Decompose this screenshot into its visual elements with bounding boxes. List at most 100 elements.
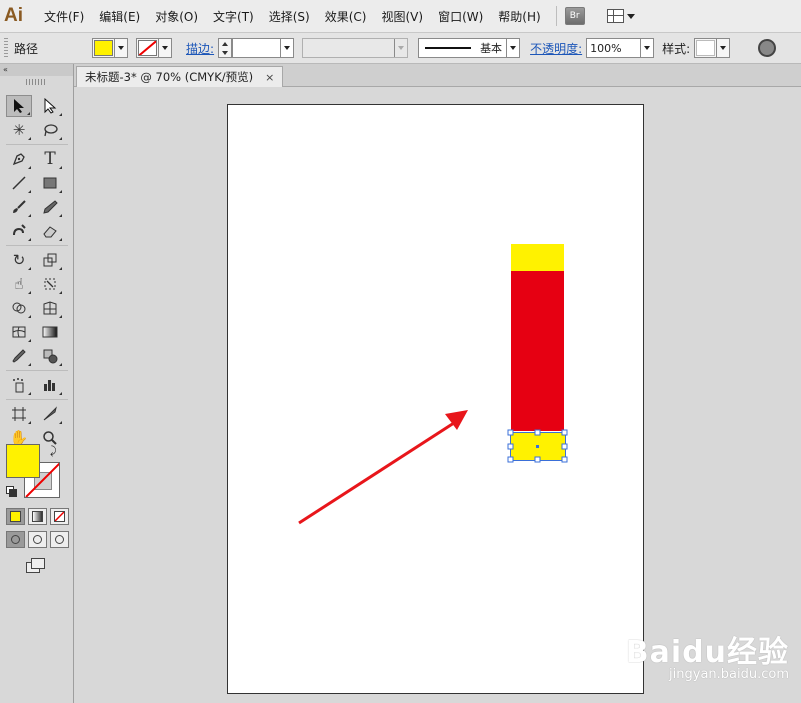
fill-color-dropdown[interactable]: [92, 38, 129, 58]
red-rectangle[interactable]: [511, 271, 564, 431]
blend-tool-icon[interactable]: [37, 345, 63, 367]
perspective-grid-tool-icon[interactable]: [37, 297, 63, 319]
direct-selection-tool-icon[interactable]: [37, 95, 63, 117]
shape-builder-tool-icon[interactable]: [6, 297, 32, 319]
eyedropper-tool-icon[interactable]: [6, 345, 32, 367]
document-tab-title: 未标题-3* @ 70% (CMYK/预览): [85, 70, 254, 84]
magic-wand-tool-icon[interactable]: ✳: [6, 119, 32, 141]
type-tool-icon[interactable]: T: [37, 148, 63, 170]
document-tab-bar: 未标题-3* @ 70% (CMYK/预览) ×: [74, 64, 801, 87]
menu-file[interactable]: 文件(F): [44, 8, 84, 25]
color-mode-buttons: [6, 508, 72, 525]
variable-width-profile-dropdown[interactable]: [302, 38, 409, 58]
warp-tool-icon[interactable]: ☝: [6, 273, 32, 295]
workspace-grid-icon: [606, 9, 624, 23]
stroke-color-dropdown[interactable]: [136, 38, 173, 58]
opacity-value: 100%: [590, 41, 622, 55]
default-fill-stroke-icon[interactable]: [6, 486, 17, 497]
drawing-mode-buttons: [6, 531, 72, 548]
free-transform-tool-icon[interactable]: [37, 273, 63, 295]
tools-panel-grip[interactable]: [26, 79, 47, 85]
bridge-button[interactable]: Br: [564, 7, 585, 25]
opacity-link[interactable]: 不透明度:: [530, 40, 582, 57]
menu-help[interactable]: 帮助(H): [498, 8, 540, 25]
opacity-input[interactable]: 100%: [586, 38, 655, 58]
tools-panel: « ✳ T ↻ ☝ ✋ ⤸: [0, 64, 74, 703]
pen-tool-icon[interactable]: [6, 148, 32, 170]
color-mode-button[interactable]: [6, 508, 25, 525]
pencil-tool-icon[interactable]: [37, 196, 63, 218]
menu-type[interactable]: 文字(T): [213, 8, 254, 25]
chevron-down-icon: [394, 39, 407, 57]
stroke-none-swatch: [138, 40, 158, 56]
artboard-tool-icon[interactable]: [6, 403, 32, 425]
paintbrush-tool-icon[interactable]: [6, 196, 32, 218]
symbol-sprayer-tool-icon[interactable]: [6, 374, 32, 396]
watermark-brand: Baidu经验: [625, 635, 789, 670]
arrow-up-icon: [222, 41, 229, 46]
stroke-preview-line: [425, 47, 472, 49]
app-logo: Ai: [4, 5, 23, 26]
graphic-style-dropdown[interactable]: [694, 38, 731, 58]
stroke-link[interactable]: 描边:: [186, 40, 214, 57]
menu-window[interactable]: 窗口(W): [438, 8, 483, 25]
menu-separator: [555, 6, 557, 26]
gradient-tool-icon[interactable]: [37, 321, 63, 343]
chevron-down-icon: [114, 39, 127, 57]
baidu-watermark: Baidu经验 jingyan.baidu.com: [626, 627, 789, 682]
menu-effect[interactable]: 效果(C): [325, 8, 367, 25]
chevron-down-icon: [716, 39, 729, 57]
fill-swatch: [94, 40, 114, 56]
change-screen-mode-icon[interactable]: [26, 558, 45, 573]
red-arrow-shaft: [298, 419, 458, 525]
gradient-mode-button[interactable]: [28, 508, 47, 525]
draw-inside-button[interactable]: [50, 531, 69, 548]
canvas-area[interactable]: Baidu经验 jingyan.baidu.com: [74, 87, 801, 703]
stroke-weight-input[interactable]: [232, 38, 295, 58]
blob-brush-tool-icon[interactable]: [6, 220, 32, 242]
stroke-weight-stepper[interactable]: [218, 38, 233, 58]
menu-view[interactable]: 视图(V): [381, 8, 423, 25]
fill-stroke-controls: ⤸: [6, 444, 68, 502]
brush-definition-dropdown[interactable]: 基本: [418, 38, 521, 58]
style-label: 样式:: [662, 41, 691, 56]
recolor-artwork-icon[interactable]: [758, 39, 777, 57]
chevron-down-icon: [506, 39, 519, 57]
chevron-down-icon: [640, 39, 653, 57]
swap-fill-stroke-icon[interactable]: ⤸: [50, 444, 57, 458]
selection-tool-icon[interactable]: [6, 95, 32, 117]
chevron-down-icon: [280, 39, 293, 57]
eraser-tool-icon[interactable]: [37, 220, 63, 242]
rectangle-tool-icon[interactable]: [37, 172, 63, 194]
yellow-top-rectangle[interactable]: [511, 244, 564, 271]
menu-bar: Ai 文件(F) 编辑(E) 对象(O) 文字(T) 选择(S) 效果(C) 视…: [0, 0, 801, 33]
fill-color-box[interactable]: [6, 444, 40, 478]
column-graph-tool-icon[interactable]: [37, 374, 63, 396]
rotate-tool-icon[interactable]: ↻: [6, 249, 32, 271]
control-bar: 路径 描边: 基本 不透明度: 100% 样式:: [0, 33, 801, 64]
chevron-down-icon: [158, 39, 171, 57]
chevron-down-icon: [626, 13, 635, 19]
mesh-tool-icon[interactable]: [6, 321, 32, 343]
stroke-profile-value: 基本: [480, 42, 503, 55]
scale-tool-icon[interactable]: [37, 249, 63, 271]
draw-normal-button[interactable]: [6, 531, 25, 548]
tools-panel-collapse[interactable]: «: [0, 64, 73, 76]
panel-grip[interactable]: [4, 38, 8, 58]
menu-object[interactable]: 对象(O): [155, 8, 198, 25]
slice-tool-icon[interactable]: [37, 403, 63, 425]
arrow-down-icon: [222, 50, 229, 55]
lasso-tool-icon[interactable]: [37, 119, 63, 141]
document-tab[interactable]: 未标题-3* @ 70% (CMYK/预览) ×: [76, 66, 284, 87]
graphic-style-swatch: [696, 40, 716, 56]
menu-select[interactable]: 选择(S): [269, 8, 310, 25]
menu-edit[interactable]: 编辑(E): [99, 8, 140, 25]
line-segment-tool-icon[interactable]: [6, 172, 32, 194]
workspace-switcher-button[interactable]: [606, 9, 635, 23]
none-mode-button[interactable]: [50, 508, 69, 525]
close-icon[interactable]: ×: [265, 71, 274, 84]
artwork-layer: [298, 244, 568, 525]
tool-grid: ✳ T ↻ ☝ ✋: [6, 94, 68, 450]
draw-behind-button[interactable]: [28, 531, 47, 548]
selection-type-label: 路径: [14, 41, 39, 56]
